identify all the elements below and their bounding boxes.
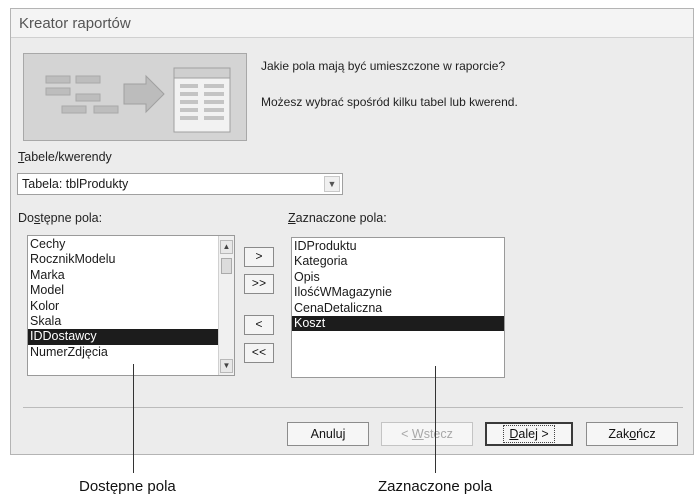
list-item[interactable]: IlośćWMagazynie (292, 285, 504, 300)
chevron-down-icon[interactable]: ▼ (324, 176, 340, 192)
scroll-up-icon[interactable]: ▲ (220, 240, 233, 254)
available-fields-label: Dostępne pola: (18, 211, 103, 225)
list-item[interactable]: IDProduktu (292, 239, 504, 254)
list-item[interactable]: Cechy (28, 237, 219, 252)
callout-available-fields: Dostępne pola (79, 478, 176, 495)
list-item[interactable]: Kategoria (292, 254, 504, 269)
finish-button[interactable]: Zakończ (586, 422, 678, 446)
back-button[interactable]: < Wstecz (381, 422, 473, 446)
vertical-scrollbar[interactable]: ▲ ▼ (218, 236, 234, 375)
callout-line-available (133, 364, 134, 473)
list-item-selected[interactable]: IDDostawcy (28, 329, 219, 345)
next-button[interactable]: Dalej > (485, 422, 573, 446)
selected-fields-label: Zaznaczone pola: (288, 211, 387, 225)
list-item-selected[interactable]: Koszt (292, 315, 504, 332)
add-all-fields-button[interactable]: >> (244, 274, 274, 294)
selected-fields-list[interactable]: IDProduktu Kategoria Opis IlośćWMagazyni… (291, 237, 505, 378)
separator (23, 407, 683, 408)
list-item[interactable]: NumerZdjęcia (28, 345, 219, 360)
intro-hint: Możesz wybrać spośród kilku tabel lub kw… (261, 95, 518, 109)
list-item[interactable]: Skala (28, 314, 219, 329)
add-field-button[interactable]: > (244, 247, 274, 267)
report-wizard-dialog: Kreator raportów Jakie pola mają być umi… (10, 8, 694, 455)
list-item[interactable]: CenaDetaliczna (292, 301, 504, 316)
title-bar: Kreator raportów (11, 9, 693, 38)
list-item[interactable]: Model (28, 283, 219, 298)
tables-queries-combo[interactable]: Tabela: tblProdukty ▼ (17, 173, 343, 195)
scroll-thumb[interactable] (221, 258, 232, 274)
available-fields-list[interactable]: Cechy RocznikModelu Marka Model Kolor Sk… (27, 235, 235, 376)
tables-queries-value: Tabela: tblProdukty (22, 177, 129, 191)
list-item[interactable]: RocznikModelu (28, 252, 219, 267)
window-title: Kreator raportów (19, 15, 131, 32)
wizard-illustration (23, 53, 247, 141)
list-item[interactable]: Kolor (28, 299, 219, 314)
intro-question: Jakie pola mają być umieszczone w raporc… (261, 59, 506, 73)
cancel-button[interactable]: Anuluj (287, 422, 369, 446)
callout-line-selected (435, 366, 436, 473)
list-item[interactable]: Marka (28, 268, 219, 283)
remove-all-fields-button[interactable]: << (244, 343, 274, 363)
tables-queries-label: Tabele/kwerendy (18, 150, 112, 164)
list-item[interactable]: Opis (292, 270, 504, 285)
callout-selected-fields: Zaznaczone pola (378, 478, 493, 495)
scroll-down-icon[interactable]: ▼ (220, 359, 233, 373)
remove-field-button[interactable]: < (244, 315, 274, 335)
